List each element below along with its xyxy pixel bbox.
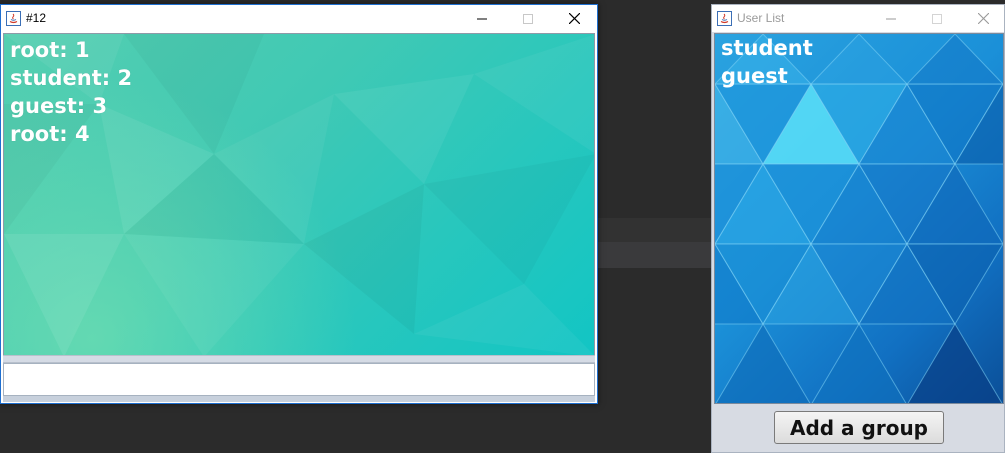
ide-background-band (598, 218, 711, 242)
maximize-button[interactable] (914, 5, 960, 32)
java-icon (717, 11, 732, 26)
close-button[interactable] (960, 5, 1005, 32)
message-input[interactable] (3, 363, 595, 396)
ide-background-band-highlight (598, 242, 711, 268)
user-list-item[interactable]: guest (721, 62, 813, 90)
chat-scroll-pane[interactable]: root: 1 student: 2 guest: 3 root: 4 (3, 33, 595, 356)
maximize-button[interactable] (505, 5, 551, 32)
window-title: #12 (26, 11, 47, 25)
window-bottom-strip (3, 396, 595, 402)
maximize-icon (932, 13, 942, 24)
chat-message: root: 4 (10, 122, 90, 146)
close-button[interactable] (551, 5, 597, 32)
chat-message-area: root: 1 student: 2 guest: 3 root: 4 (4, 34, 594, 355)
user-list-window-titlebar[interactable]: User List (712, 5, 1004, 32)
minimize-button[interactable] (868, 5, 914, 32)
chat-window-titlebar[interactable]: #12 (1, 5, 597, 32)
split-divider[interactable] (3, 355, 595, 363)
user-list-window: User List student guest Add a group (711, 4, 1005, 453)
user-list: student guest (721, 34, 813, 90)
maximize-icon (523, 13, 533, 24)
chat-message: guest: 3 (10, 94, 108, 118)
minimize-button[interactable] (459, 5, 505, 32)
chat-window: #12 root: 1 student: 2 guest: 3 root: 4 (0, 4, 598, 404)
chat-message-list: root: 1 student: 2 guest: 3 root: 4 (10, 36, 132, 148)
chat-message: student: 2 (10, 66, 133, 90)
close-icon (568, 13, 580, 24)
close-icon (977, 13, 989, 24)
user-list-item[interactable]: student (721, 34, 813, 62)
user-list-panel[interactable]: student guest (714, 33, 1004, 404)
java-icon (6, 11, 21, 26)
minimize-icon (886, 18, 896, 19)
window-title: User List (737, 11, 785, 25)
minimize-icon (477, 18, 487, 19)
chat-message: root: 1 (10, 38, 90, 62)
add-group-button[interactable]: Add a group (774, 411, 944, 444)
